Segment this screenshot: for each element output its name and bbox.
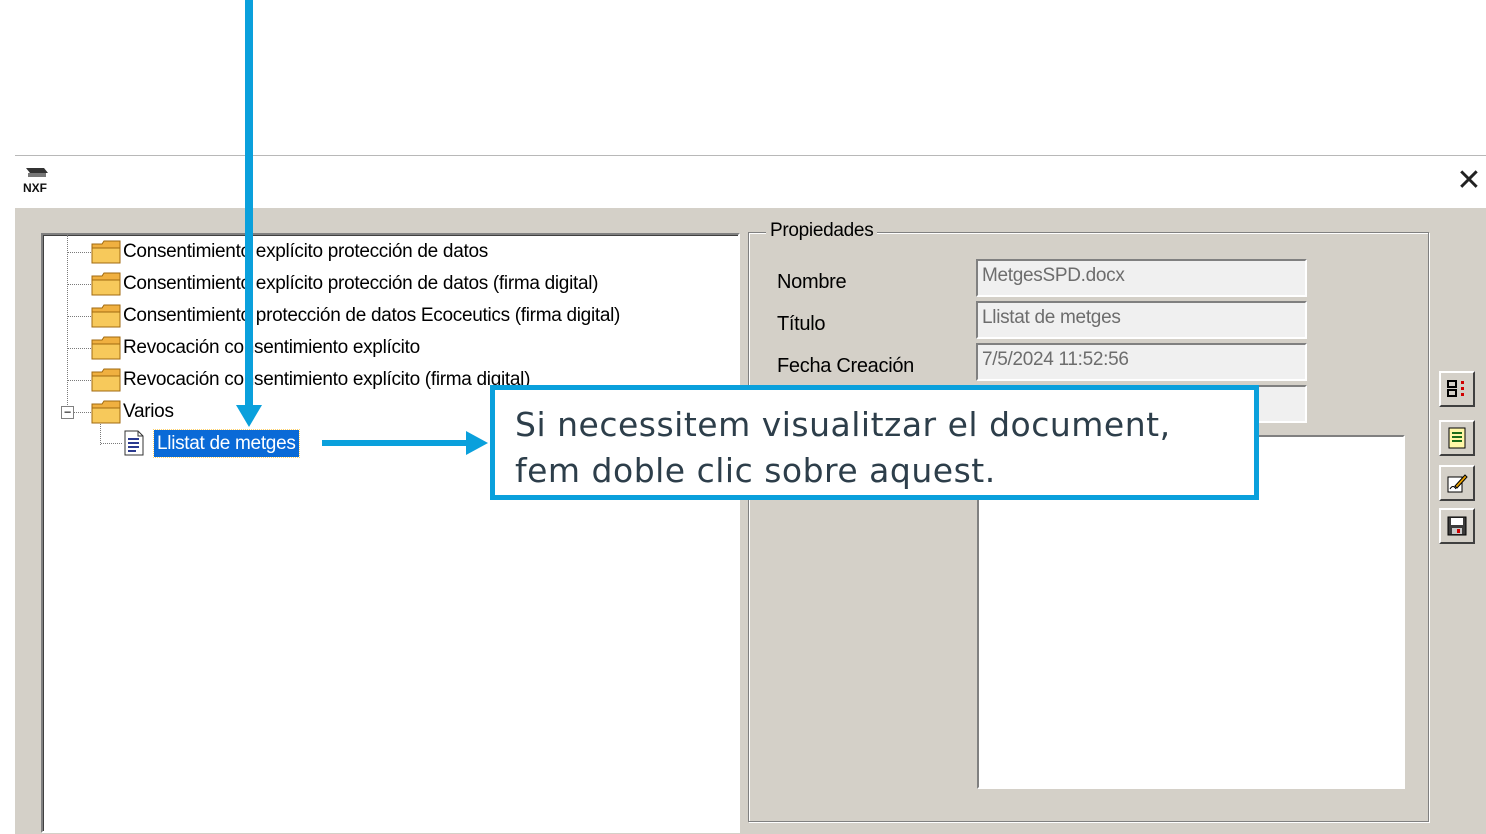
annotation-callout: Si necessitem visualitzar el document, f… xyxy=(490,385,1259,500)
nxf-logo-icon: NXF xyxy=(23,168,48,195)
annotation-arrow-down xyxy=(245,0,253,420)
save-icon xyxy=(1447,516,1467,536)
properties-legend: Propiedades xyxy=(766,220,878,242)
folder-icon xyxy=(91,304,121,328)
name-field[interactable]: MetgesSPD.docx xyxy=(976,259,1307,297)
creation-date-field[interactable]: 7/5/2024 11:52:56 xyxy=(976,343,1307,381)
edit-document-button[interactable] xyxy=(1439,420,1475,456)
folder-icon xyxy=(91,240,121,264)
title-bar: NXF ✕ xyxy=(15,155,1486,208)
folder-icon xyxy=(91,336,121,360)
name-label: Nombre xyxy=(777,271,847,293)
title-label: Título xyxy=(777,313,826,335)
tree-item-label: Consentimiento explícito protección de d… xyxy=(123,273,599,294)
annotation-arrowhead-right xyxy=(466,431,488,455)
collapse-toggle-icon[interactable]: − xyxy=(61,406,74,419)
app-icon-text: NXF xyxy=(23,181,47,195)
tree-item-label: Consentimiento protección de datos Ecoce… xyxy=(123,305,621,326)
title-field[interactable]: Llistat de metges xyxy=(976,301,1307,339)
properties-button[interactable] xyxy=(1439,371,1475,407)
close-button[interactable]: ✕ xyxy=(1452,164,1486,200)
edit-document-icon xyxy=(1448,427,1466,449)
tree-item-label: Consentimiento explícito protección de d… xyxy=(123,241,488,262)
save-button[interactable] xyxy=(1439,508,1475,544)
folder-icon xyxy=(91,368,121,392)
sign-button[interactable] xyxy=(1439,465,1475,501)
document-icon xyxy=(124,430,144,456)
tree-item-label: Varios xyxy=(123,401,174,422)
folder-icon xyxy=(91,272,121,296)
selected-document-label: Llistat de metges xyxy=(153,429,300,458)
creation-date-label: Fecha Creación xyxy=(777,355,914,377)
annotation-arrow-right xyxy=(322,440,472,446)
annotation-arrowhead-down xyxy=(236,405,262,427)
folder-icon xyxy=(91,400,121,424)
sign-icon xyxy=(1447,474,1468,493)
tree-item-label: Revocación consentimiento explícito xyxy=(123,337,420,358)
document-tree[interactable]: Consentimiento explícito protección de d… xyxy=(41,233,740,833)
callout-text: Si necessitem visualitzar el document, f… xyxy=(515,405,1171,490)
tree-item-label: Revocación consentimiento explícito (fir… xyxy=(123,369,531,390)
properties-icon xyxy=(1447,380,1464,397)
